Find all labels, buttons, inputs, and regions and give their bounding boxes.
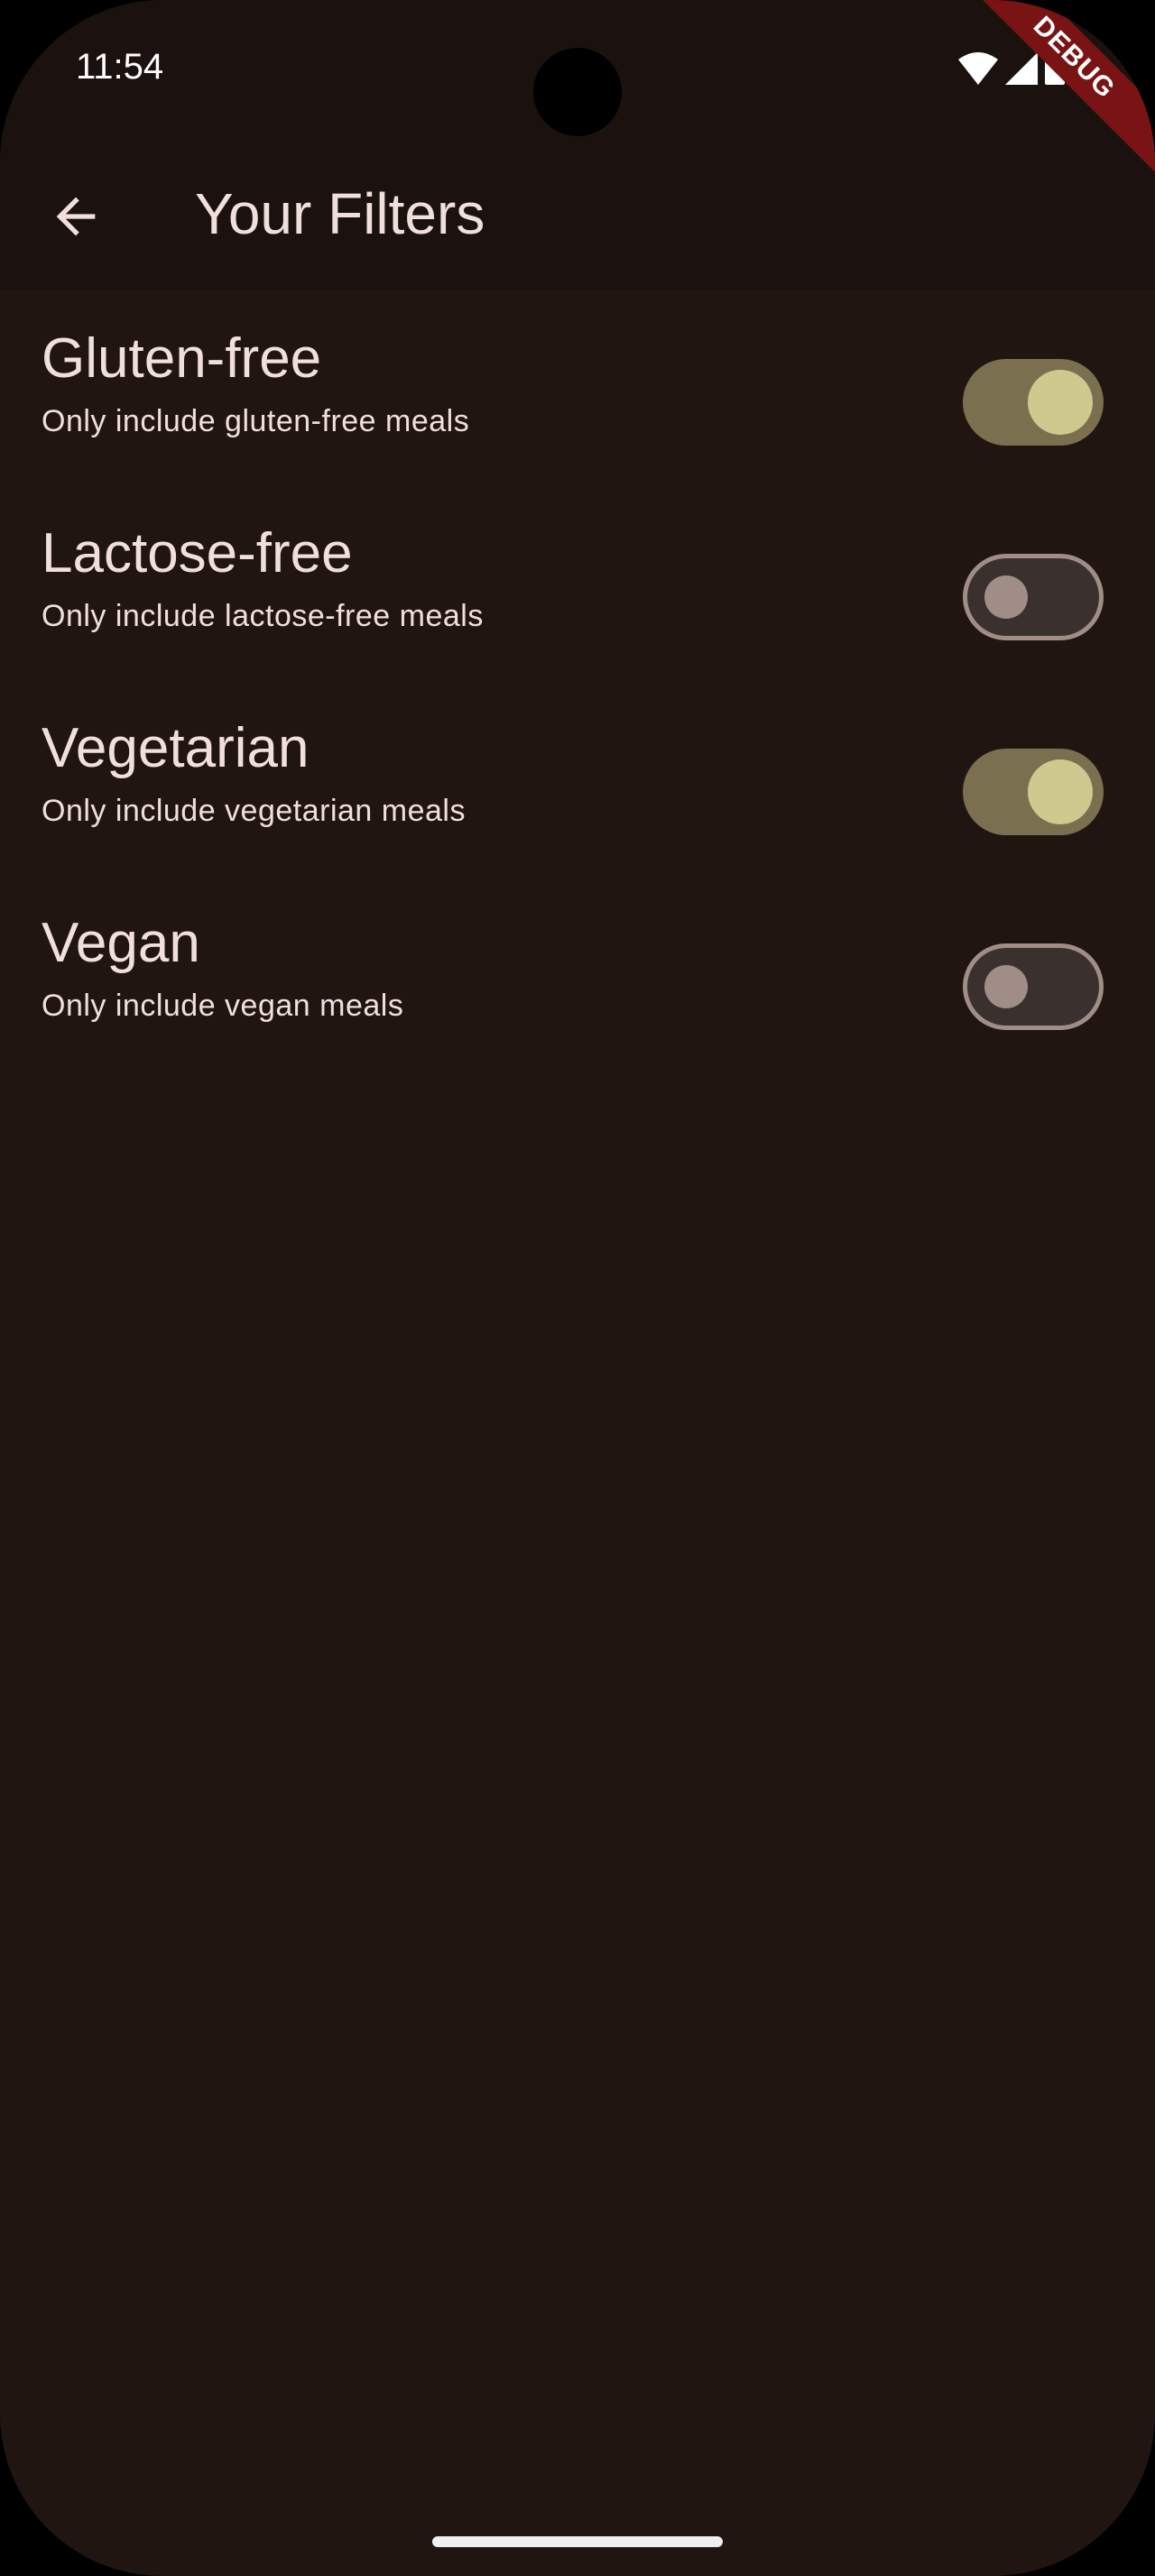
back-button[interactable] — [47, 188, 105, 245]
vegetarian-switch[interactable] — [963, 749, 1104, 835]
filter-row-vegan[interactable]: Vegan Only include vegan meals — [0, 911, 1155, 1106]
status-time: 11:54 — [76, 47, 164, 87]
vegan-switch[interactable] — [963, 943, 1104, 1030]
switch-thumb — [984, 965, 1028, 1008]
wifi-icon — [958, 52, 998, 85]
screen: 11:54 DEBUG Your Filters Gluten-free Onl… — [0, 0, 1155, 2576]
filter-subtitle: Only include lactose-free meals — [42, 599, 484, 633]
filter-subtitle: Only include vegetarian meals — [42, 794, 466, 828]
filter-row-lactose-free[interactable]: Lactose-free Only include lactose-free m… — [0, 521, 1155, 716]
page-title: Your Filters — [195, 181, 485, 246]
filter-title: Vegetarian — [42, 717, 310, 779]
app-bar: 11:54 DEBUG Your Filters — [0, 0, 1155, 290]
debug-banner: DEBUG — [955, 0, 1155, 177]
filter-title: Lactose-free — [42, 522, 353, 584]
switch-thumb — [984, 575, 1028, 619]
filter-row-gluten-free[interactable]: Gluten-free Only include gluten-free mea… — [0, 327, 1155, 521]
gluten-free-switch[interactable] — [963, 359, 1104, 446]
camera-cutout — [533, 48, 622, 136]
filter-title: Gluten-free — [42, 327, 322, 390]
switch-thumb — [1028, 370, 1093, 435]
signal-icon — [1005, 52, 1038, 85]
switch-thumb — [1028, 759, 1093, 824]
arrow-back-icon — [56, 197, 96, 236]
lactose-free-switch[interactable] — [963, 554, 1104, 640]
filter-title: Vegan — [42, 912, 200, 974]
home-indicator[interactable] — [432, 2536, 723, 2547]
filter-subtitle: Only include vegan meals — [42, 989, 404, 1023]
filter-row-vegetarian[interactable]: Vegetarian Only include vegetarian meals — [0, 716, 1155, 911]
filter-subtitle: Only include gluten-free meals — [42, 404, 470, 438]
